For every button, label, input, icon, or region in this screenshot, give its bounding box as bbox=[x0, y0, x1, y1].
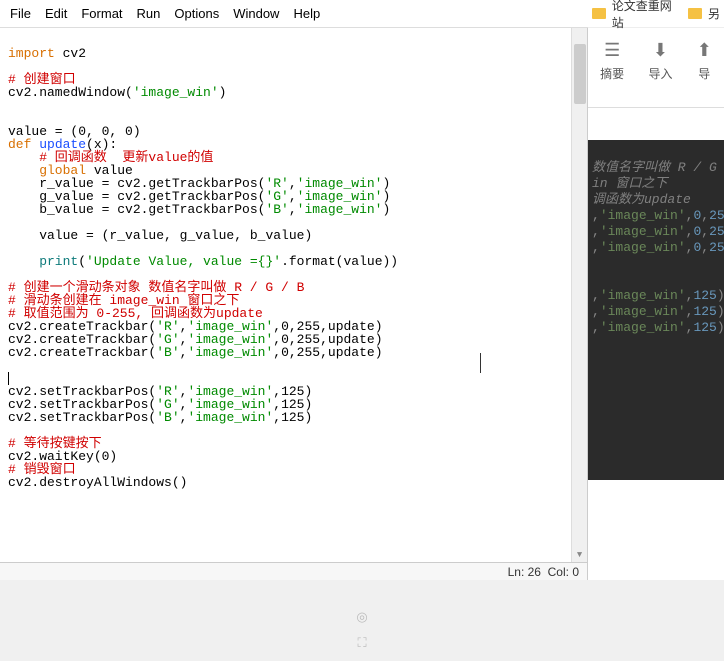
bottom-controls: ◎ ⛶ bbox=[0, 609, 724, 651]
tool-summary[interactable]: ☰ 摘要 bbox=[600, 40, 624, 82]
code-text: 'image_win' bbox=[133, 85, 219, 100]
side-toolbar: ☰ 摘要 ⬇ 导入 ⬆ 导 bbox=[588, 28, 724, 108]
editor: import cv2 # 创建窗口 cv2.namedWindow('image… bbox=[0, 28, 588, 580]
code-area[interactable]: import cv2 # 创建窗口 cv2.namedWindow('image… bbox=[0, 28, 587, 562]
preview-text: , bbox=[701, 240, 709, 255]
bookmarks-bar: 论文查重网站 另 bbox=[588, 0, 724, 28]
code-text: ( bbox=[78, 254, 86, 269]
preview-text: , bbox=[592, 208, 600, 223]
menu-help[interactable]: Help bbox=[293, 6, 320, 21]
upload-icon: ⬆ bbox=[697, 40, 712, 61]
list-icon: ☰ bbox=[604, 40, 620, 61]
preview-text: 'image_win' bbox=[600, 224, 686, 239]
tool-label: 导入 bbox=[648, 65, 672, 82]
preview-text: ) bbox=[717, 304, 724, 319]
preview-text: 数值名字叫做 R / G / bbox=[592, 160, 724, 175]
preview-text: , bbox=[701, 224, 709, 239]
code-text: 'B' bbox=[156, 410, 179, 425]
preview-text: , bbox=[592, 240, 600, 255]
preview-text: 125 bbox=[693, 320, 716, 335]
preview-text: ) bbox=[717, 288, 724, 303]
menu-window[interactable]: Window bbox=[233, 6, 279, 21]
preview-text: ) bbox=[717, 320, 724, 335]
preview-pane[interactable]: 数值名字叫做 R / G / in 窗口之下 调函数为update ,'imag… bbox=[588, 140, 724, 480]
preview-text: 'image_win' bbox=[600, 288, 686, 303]
code-text: , bbox=[289, 202, 297, 217]
tool-export[interactable]: ⬆ 导 bbox=[697, 40, 712, 82]
preview-text: , bbox=[592, 320, 600, 335]
preview-text: , bbox=[592, 288, 600, 303]
code-text: cv2 bbox=[55, 46, 86, 61]
code-text: value = (r_value, g_value, b_value) bbox=[8, 228, 312, 243]
code-text: .format(value)) bbox=[281, 254, 398, 269]
preview-text: 125 bbox=[693, 304, 716, 319]
code-text: 'image_win' bbox=[297, 202, 383, 217]
code-text: 'Update Value, value ={}' bbox=[86, 254, 281, 269]
status-bar: Ln: 26 Col: 0 bbox=[0, 562, 587, 580]
tool-label: 摘要 bbox=[600, 65, 624, 82]
code-text: import bbox=[8, 46, 55, 61]
tool-label: 导 bbox=[698, 65, 710, 82]
menu-options[interactable]: Options bbox=[174, 6, 219, 21]
bookmark-item[interactable]: 另 bbox=[708, 5, 720, 22]
preview-text: 255 bbox=[709, 224, 724, 239]
preview-text: 'image_win' bbox=[600, 240, 686, 255]
preview-text: 255 bbox=[709, 208, 724, 223]
bookmark-item[interactable]: 论文查重网站 bbox=[612, 0, 683, 31]
code-text: cv2.createTrackbar( bbox=[8, 345, 156, 360]
code-text: ,125) bbox=[273, 410, 312, 425]
code-text: ) bbox=[219, 85, 227, 100]
download-icon: ⬇ bbox=[653, 40, 668, 61]
preview-text: , bbox=[592, 224, 600, 239]
code-text: cv2.namedWindow( bbox=[8, 85, 133, 100]
preview-text: 125 bbox=[693, 288, 716, 303]
preview-text: , bbox=[701, 208, 709, 223]
target-icon[interactable]: ◎ bbox=[356, 609, 367, 625]
ibeam-cursor-icon bbox=[480, 353, 481, 373]
menu-edit[interactable]: Edit bbox=[45, 6, 67, 21]
fullscreen-icon[interactable]: ⛶ bbox=[357, 635, 366, 651]
scroll-thumb[interactable] bbox=[574, 44, 586, 104]
code-text: ,0,255,update) bbox=[273, 345, 382, 360]
scroll-down-icon[interactable]: ▾ bbox=[572, 546, 587, 562]
side-panel: 论文查重网站 另 ☰ 摘要 ⬇ 导入 ⬆ 导 数值名字叫做 R / G / in… bbox=[588, 0, 724, 580]
code-text: cv2.setTrackbarPos( bbox=[8, 410, 156, 425]
code-text: b_value = cv2.getTrackbarPos( bbox=[8, 202, 265, 217]
preview-text: 'image_win' bbox=[600, 304, 686, 319]
code-text: ) bbox=[383, 202, 391, 217]
status-col: Col: 0 bbox=[548, 565, 579, 579]
preview-text: 'image_win' bbox=[600, 320, 686, 335]
scrollbar[interactable]: ▴ ▾ bbox=[571, 28, 587, 562]
menu-file[interactable]: File bbox=[10, 6, 31, 21]
code-text: 'B' bbox=[265, 202, 288, 217]
folder-icon[interactable] bbox=[592, 8, 606, 19]
preview-text: 255 bbox=[709, 240, 724, 255]
menu-format[interactable]: Format bbox=[81, 6, 122, 21]
code-text: 'image_win' bbox=[187, 410, 273, 425]
code-text: 'image_win' bbox=[187, 345, 273, 360]
code-text: cv2.destroyAllWindows() bbox=[8, 475, 187, 490]
code-text: print bbox=[8, 254, 78, 269]
menu-run[interactable]: Run bbox=[137, 6, 161, 21]
preview-text: 'image_win' bbox=[600, 208, 686, 223]
preview-text: 调函数为update bbox=[592, 192, 691, 207]
preview-text: in 窗口之下 bbox=[592, 176, 667, 191]
preview-text: , bbox=[592, 304, 600, 319]
code-text: 'B' bbox=[156, 345, 179, 360]
tool-import[interactable]: ⬇ 导入 bbox=[648, 40, 672, 82]
status-line: Ln: 26 bbox=[508, 565, 541, 579]
folder-icon[interactable] bbox=[688, 8, 702, 19]
